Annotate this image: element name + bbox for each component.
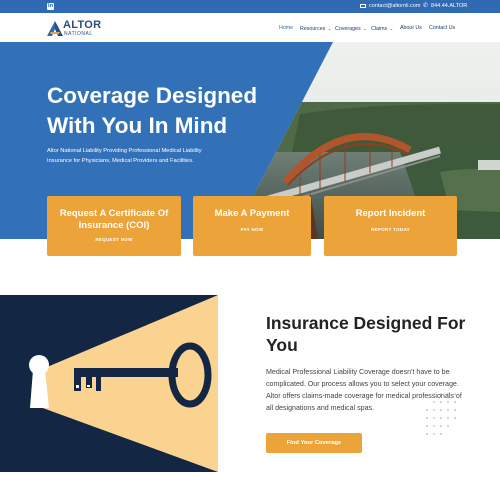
top-bar: in contact@altornli.com ✆ 844.44.ALTOR [0, 0, 500, 13]
nav-claims-label: Claims [371, 26, 388, 32]
key-illustration [0, 295, 218, 472]
nav-contact-us[interactable]: Contact Us [429, 25, 455, 32]
site-header: ALTOR NATIONAL Home Resources ⌄ Coverage… [0, 13, 500, 42]
logo-mark-icon [47, 21, 63, 36]
logo-word-altor: ALTOR [63, 19, 102, 31]
chevron-down-icon: ⌄ [361, 26, 367, 31]
nav-home[interactable]: Home [279, 25, 293, 32]
phone-text: 844.44.ALTOR [431, 3, 468, 9]
chevron-down-icon: ⌄ [326, 26, 332, 31]
site-logo[interactable]: ALTOR NATIONAL [47, 19, 107, 39]
nav-resources-label: Resources [300, 26, 326, 32]
hero-subtitle: Altor National Liability Providing Profe… [47, 148, 202, 164]
card-title: Request A Certificate Of Insurance (COI) [59, 208, 169, 231]
nav-resources[interactable]: Resources ⌄ [300, 25, 331, 33]
linkedin-icon[interactable]: in [47, 3, 54, 10]
find-coverage-button[interactable]: Find Your Coverage [266, 433, 362, 453]
envelope-icon [360, 3, 366, 8]
chevron-down-icon: ⌄ [388, 26, 394, 31]
card-title: Report Incident [355, 208, 426, 219]
nav-coverages-label: Coverages [335, 26, 361, 32]
section-title: Insurance Designed For You [266, 313, 466, 355]
report-incident-card[interactable]: Report Incident REPORT TODAY [324, 196, 457, 256]
request-now-link[interactable]: REQUEST NOW [47, 237, 181, 243]
nav-claims[interactable]: Claims ⌄ [371, 25, 393, 33]
nav-about-us[interactable]: About Us [400, 25, 422, 32]
card-title: Make A Payment [214, 208, 290, 219]
pay-now-link[interactable]: PAY NOW [193, 227, 311, 233]
logo-word-national: NATIONAL [64, 31, 93, 37]
hero-title: Coverage Designed With You In Mind [47, 83, 258, 138]
email-link[interactable]: contact@altornli.com [360, 2, 420, 11]
report-today-link[interactable]: REPORT TODAY [324, 227, 457, 233]
phone-icon: ✆ [423, 3, 429, 9]
keyhole-key-icon [29, 295, 218, 472]
nav-coverages[interactable]: Coverages ⌄ [335, 25, 367, 33]
phone-link[interactable]: ✆ 844.44.ALTOR [423, 2, 467, 11]
email-text: contact@altornli.com [369, 3, 421, 9]
request-coi-card[interactable]: Request A Certificate Of Insurance (COI)… [47, 196, 181, 256]
decorative-dots [426, 393, 456, 435]
make-payment-card[interactable]: Make A Payment PAY NOW [193, 196, 311, 256]
